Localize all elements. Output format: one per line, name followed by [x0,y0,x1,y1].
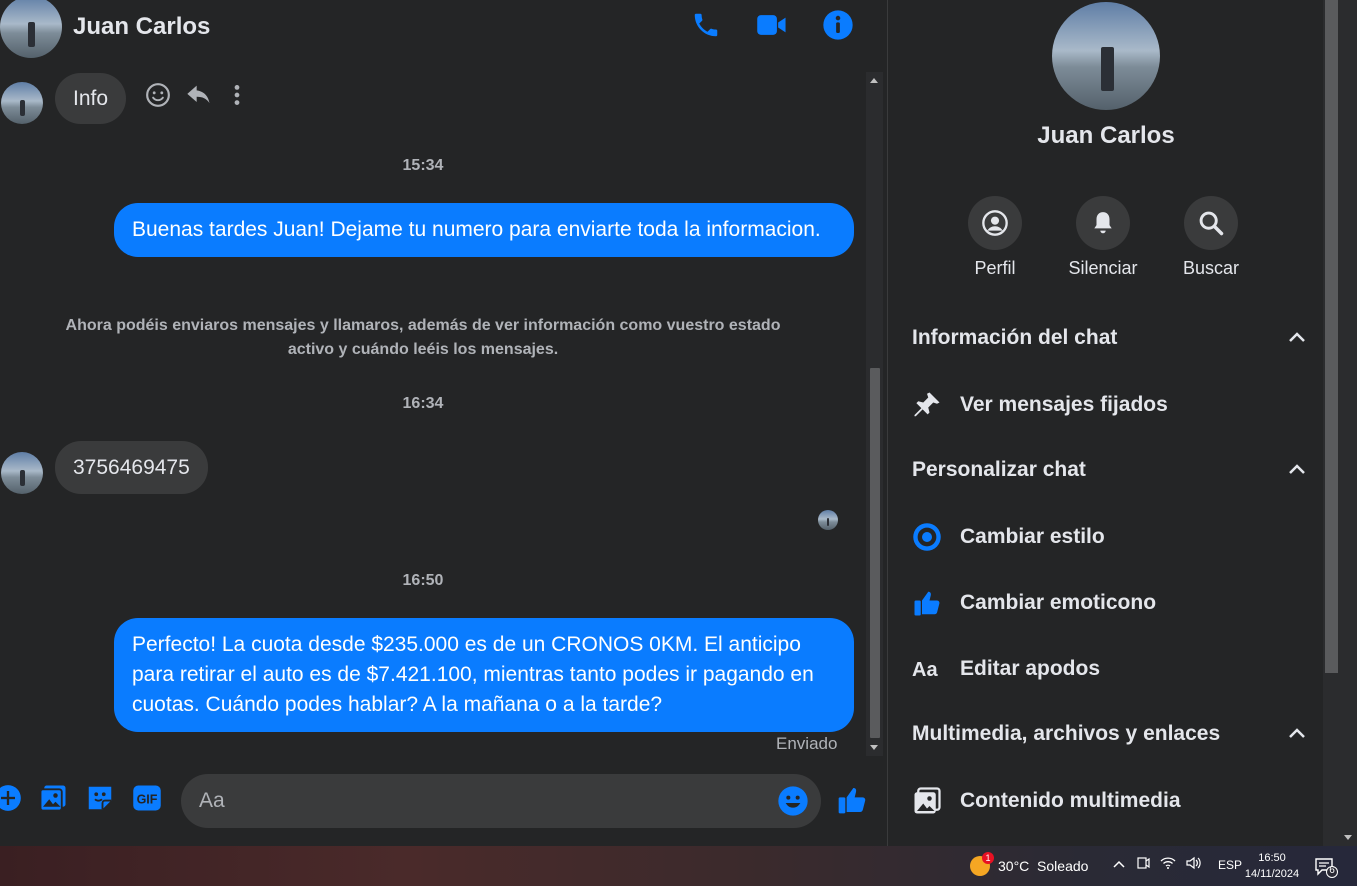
chevron-up-icon [1287,458,1307,482]
media-item[interactable]: Contenido multimedia [912,786,1181,816]
pinned-messages-item[interactable]: Ver mensajes fijados [912,390,1168,420]
theme-label: Cambiar estilo [960,525,1105,548]
react-icon[interactable] [145,82,171,113]
chat-details-pane: Juan Carlos Perfil Silenciar Buscar Info… [887,0,1323,846]
window-scrollbar[interactable] [1340,0,1357,846]
weather-badge: 1 [982,852,994,864]
gallery-icon [912,786,942,816]
video-icon[interactable] [755,8,789,42]
nicknames-label: Editar apodos [960,657,1101,680]
scroll-thumb[interactable] [870,368,880,738]
info-icon[interactable] [821,8,855,42]
photo-icon[interactable] [37,782,69,814]
weather-text: 30°C Soleado [998,858,1089,874]
profile-avatar[interactable] [1052,2,1160,110]
theme-icon [912,522,942,552]
clock-time: 16:50 [1258,852,1286,864]
search-icon [1184,196,1238,250]
pin-icon [912,390,942,420]
search-button[interactable]: Buscar [1161,196,1261,279]
like-icon[interactable] [836,784,868,816]
profile-icon [968,196,1022,250]
chevron-up-icon [1287,722,1307,746]
gif-icon[interactable]: GIF [131,782,163,814]
profile-button[interactable]: Perfil [945,196,1045,279]
change-emoji-item[interactable]: Cambiar emoticono [912,588,1156,618]
pinned-label: Ver mensajes fijados [960,393,1168,416]
text-icon: Aa [912,654,942,684]
more-options-icon[interactable] [227,82,247,113]
like-icon [912,588,942,618]
svg-text:Aa: Aa [912,659,938,681]
section-title: Personalizar chat [912,458,1086,481]
search-label: Buscar [1182,258,1240,278]
mute-button[interactable]: Silenciar [1053,196,1153,279]
reply-icon[interactable] [185,82,213,113]
chat-pane: Juan Carlos Info 15:34 Buenas tardes Jua… [0,0,885,846]
messenger-window: Juan Carlos Info 15:34 Buenas tardes Jua… [0,0,1357,846]
bell-icon [1076,196,1130,250]
message-bubble-info[interactable]: Info [55,73,127,124]
taskbar: 1 30°C Soleado ESP 16:50 14/11/2024 6 [0,846,1357,886]
message-input-wrapper [181,774,821,828]
add-icon[interactable] [0,782,24,814]
message-avatar[interactable] [1,452,43,494]
message-status: Enviado [776,734,838,753]
system-notice: Ahora podéis enviaros mensajes y llamaro… [65,317,781,358]
wifi-icon[interactable] [1160,856,1176,873]
emoji-label: Cambiar emoticono [960,591,1157,614]
meet-icon[interactable] [1136,856,1150,873]
timestamp: 15:34 [402,157,444,174]
composer: GIF [0,770,885,830]
chat-scrollbar[interactable] [866,72,883,756]
edit-nicknames-item[interactable]: Aa Editar apodos [912,654,1100,684]
language-indicator[interactable]: ESP [1218,858,1242,872]
sticker-icon[interactable] [84,782,116,814]
scroll-up-arrow[interactable] [870,78,878,83]
chat-header: Juan Carlos [0,0,885,58]
chevron-up-icon [1287,326,1307,350]
side-scroll-thumb[interactable] [1325,0,1338,673]
svg-text:GIF: GIF [137,793,158,807]
contact-name[interactable]: Juan Carlos [73,13,210,41]
scroll-down-arrow[interactable] [870,745,878,750]
change-theme-item[interactable]: Cambiar estilo [912,522,1105,552]
mute-label: Silenciar [1068,258,1138,278]
notification-count: 6 [1329,865,1335,876]
section-title: Multimedia, archivos y enlaces [912,722,1221,745]
sun-icon: 1 [970,852,994,876]
section-media-files[interactable]: Multimedia, archivos y enlaces [912,722,1307,746]
clock[interactable]: 16:50 14/11/2024 [1240,850,1304,882]
contact-avatar[interactable] [0,0,62,58]
message-avatar[interactable] [1,82,43,124]
emoji-icon[interactable] [777,785,809,817]
notification-icon[interactable]: 6 [1314,856,1338,878]
profile-name: Juan Carlos [1037,122,1175,149]
timestamp: 16:50 [402,572,444,589]
timestamp: 16:34 [402,395,444,412]
section-chat-info[interactable]: Información del chat [912,326,1307,350]
phone-icon[interactable] [689,8,723,42]
message-actions [145,82,247,113]
seen-avatar [818,510,838,530]
system-tray: ESP [1112,856,1242,873]
message-bubble-incoming[interactable]: 3756469475 [55,441,208,494]
message-bubble-outgoing[interactable]: Perfecto! La cuota desde $235.000 es de … [114,618,854,732]
section-customize[interactable]: Personalizar chat [912,458,1307,482]
media-label: Contenido multimedia [960,789,1181,812]
weather-widget[interactable]: 1 30°C Soleado [970,852,1089,876]
clock-date: 14/11/2024 [1244,868,1300,880]
volume-icon[interactable] [1186,856,1202,873]
profile-label: Perfil [974,258,1016,278]
message-input[interactable] [199,774,769,828]
side-scrollbar[interactable] [1323,0,1340,846]
message-bubble-outgoing[interactable]: Buenas tardes Juan! Dejame tu numero par… [114,203,854,257]
section-title: Información del chat [912,326,1118,349]
chevron-up-icon[interactable] [1112,858,1126,872]
scroll-down-arrow[interactable] [1344,835,1352,840]
